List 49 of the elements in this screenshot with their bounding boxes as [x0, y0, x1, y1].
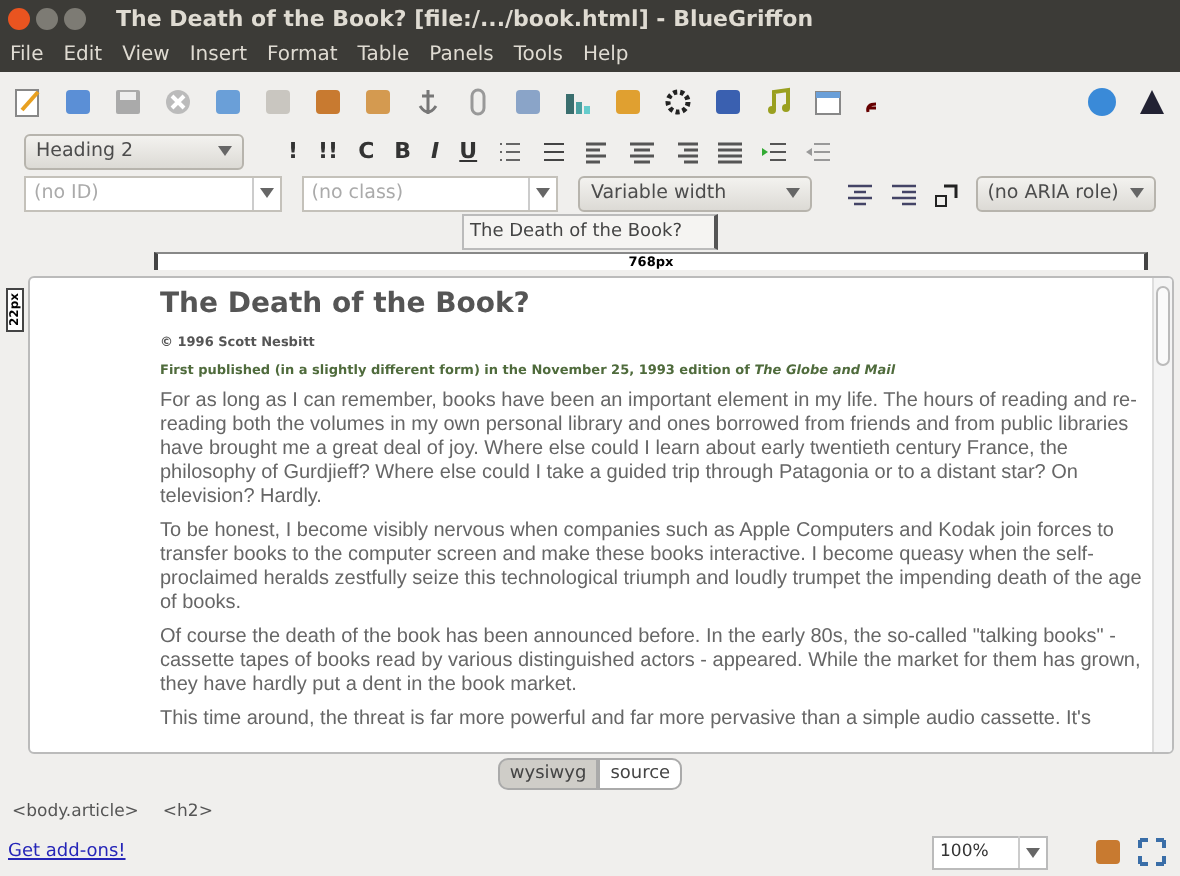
- format-button[interactable]: U: [455, 138, 482, 164]
- format-button[interactable]: !: [284, 138, 303, 164]
- menu-item[interactable]: Tools: [513, 43, 563, 65]
- paragraph-text: This time around, the threat is far more powerful and far more pervasive than a simple audio cassette. It's: [160, 708, 1093, 732]
- menu-item[interactable]: Panels: [429, 43, 494, 65]
- caret-icon[interactable]: [536, 188, 551, 198]
- maximize-icon[interactable]: [64, 7, 86, 29]
- menu-item[interactable]: Insert: [189, 43, 248, 65]
- width-dropdown[interactable]: Variable width: [578, 175, 812, 211]
- close-icon[interactable]: [8, 7, 30, 29]
- menu-item[interactable]: Edit: [63, 43, 103, 65]
- minimize-icon[interactable]: [36, 7, 58, 29]
- element-path-item[interactable]: <body.article>: [12, 801, 139, 821]
- menu-item[interactable]: Help: [582, 43, 629, 65]
- aria-role-dropdown[interactable]: (no ARIA role): [975, 175, 1156, 211]
- new-document-icon[interactable]: [12, 85, 44, 117]
- paragraph-text: For as long as I can remember, books have been an important element in my life. The hours of reading and re-reading both the volumes in my own personal library and ones borrowed from friends and from public libraries have brought me a great deal of joy. Where else could I learn about early twentieth century France, the philosophy of Gurdjieff? Where else could I take a guided trip through Patagonia or to a distant star? On television? Hardly.: [160, 390, 1139, 510]
- music-note-icon[interactable]: [762, 85, 794, 117]
- zoom-dropdown[interactable]: 100%: [932, 835, 1048, 869]
- window-icon[interactable]: [812, 85, 844, 117]
- element-path-item[interactable]: <h2>: [162, 801, 213, 821]
- caret-icon[interactable]: [259, 188, 274, 198]
- menu-item[interactable]: View: [122, 43, 170, 65]
- document-area[interactable]: [28, 276, 1174, 754]
- add-ons-link[interactable]: Get add-ons!: [8, 842, 126, 862]
- window-title: The Death of the Book? [file:/.../book.html] - BlueGriffon: [116, 5, 814, 31]
- caret-icon[interactable]: [785, 188, 800, 198]
- format-button[interactable]: C: [354, 138, 379, 164]
- caret-icon[interactable]: [1129, 188, 1144, 198]
- paragraph-text: To be honest, I become visibly nervous when companies such as Apple Computers and Kodak join forces to transfer books to the computer screen and make these books interactive. I become queasy when the self-proclaimed heralds zestfully seize this technological triumph and loudly trumpet the impending death of the age of books.: [160, 520, 1144, 616]
- format-button[interactable]: !!: [314, 138, 343, 164]
- paragraph-style-dropdown[interactable]: Heading 2: [24, 133, 244, 169]
- globe-icon[interactable]: [1086, 85, 1118, 117]
- menu-item[interactable]: File: [10, 43, 44, 65]
- scrollbar-thumb[interactable]: [1156, 286, 1170, 366]
- gear-icon[interactable]: [662, 85, 694, 117]
- caret-icon[interactable]: [218, 146, 232, 156]
- paragraph-text: Of course the death of the book has been announced before. In the early 80s, the so-called "talking books" - cassette tapes of books read by various distinguished actors - appeared. While the market for them has grown, they have hardly put a dent in the book market.: [160, 626, 1143, 698]
- view-tab[interactable]: source: [598, 758, 683, 790]
- format-button[interactable]: I: [427, 138, 444, 164]
- page-title-field[interactable]: The Death of the Book?: [462, 214, 718, 250]
- menu-item[interactable]: Format: [267, 43, 338, 65]
- fullscreen-icon[interactable]: [1136, 836, 1168, 868]
- menu-item[interactable]: Table: [357, 43, 410, 65]
- format-button[interactable]: B: [390, 138, 416, 164]
- scrollbar[interactable]: [1152, 278, 1172, 752]
- document-heading: The Death of the Book?: [160, 288, 532, 320]
- view-tab[interactable]: wysiwyg: [497, 758, 599, 790]
- caret-icon[interactable]: [1026, 847, 1040, 857]
